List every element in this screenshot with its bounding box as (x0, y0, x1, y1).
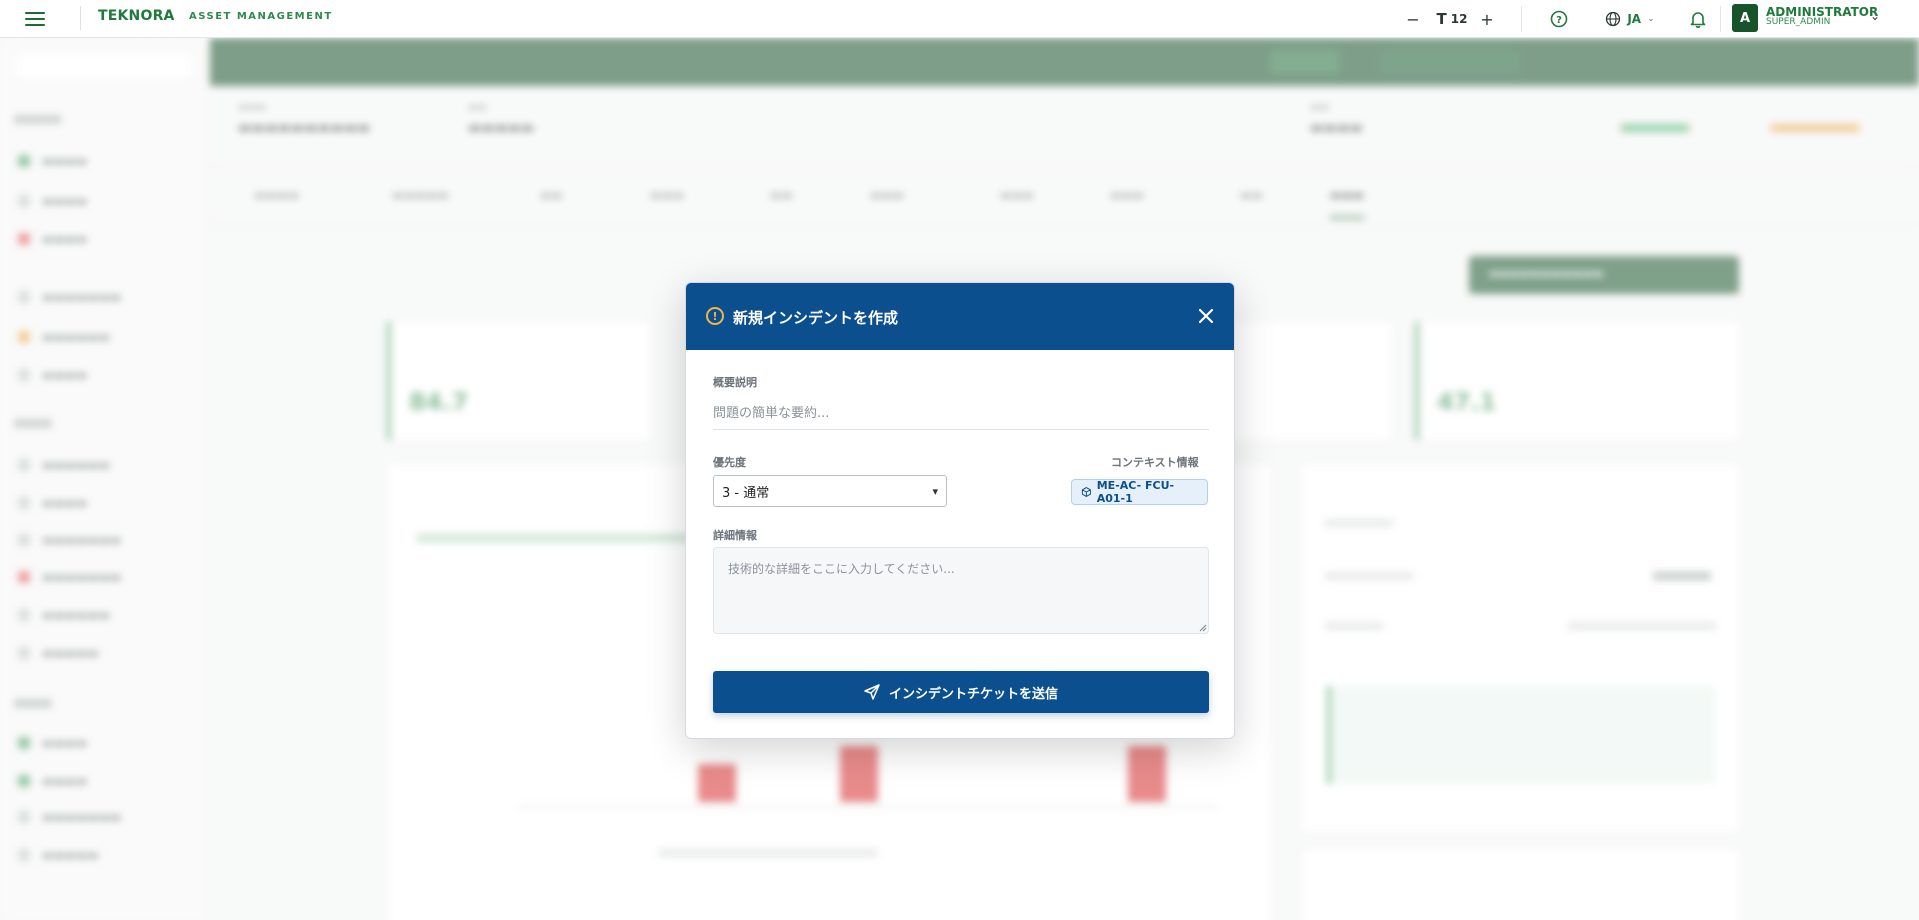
avatar[interactable]: A (1732, 4, 1758, 32)
create-incident-modal: ! 新規インシデントを作成 概要説明 優先度 3 - 通常 ▾ コンテキスト情報… (685, 282, 1235, 739)
chevron-down-icon: ▾ (932, 484, 938, 498)
brand-logo[interactable]: TEKNORA (98, 8, 175, 24)
priority-select[interactable]: 3 - 通常 ▾ (713, 475, 947, 507)
alert-circle-icon: ! (706, 307, 724, 325)
divider (1521, 6, 1522, 32)
close-icon (1198, 308, 1214, 324)
user-role: SUPER_ADMIN (1766, 17, 1831, 27)
send-icon (864, 684, 880, 700)
summary-input[interactable] (713, 398, 1209, 430)
context-value: ME-AC- FCU-A01-1 (1096, 479, 1175, 505)
cube-icon (1081, 487, 1091, 497)
globe-icon (1606, 11, 1621, 27)
context-label: コンテキスト情報 (1111, 456, 1199, 469)
priority-label: 優先度 (713, 456, 746, 469)
svg-text:?: ? (1556, 15, 1562, 26)
priority-value: 3 - 通常 (722, 485, 770, 501)
chevron-down-icon[interactable]: ⌄ (1870, 9, 1880, 23)
language-code: JA (1627, 12, 1642, 26)
brand-subtitle: ASSET MANAGEMENT (189, 11, 333, 22)
increase-font-button[interactable]: + (1476, 6, 1498, 32)
resize-grip-icon[interactable] (1198, 623, 1207, 632)
decrease-font-button[interactable]: − (1402, 6, 1424, 32)
text-size-icon: T (1436, 10, 1447, 28)
font-size-indicator: T 12 (1432, 6, 1472, 32)
plus-icon: + (1480, 9, 1494, 29)
chevron-down-icon: ⌄ (1647, 14, 1655, 24)
help-button[interactable]: ? (1547, 6, 1571, 32)
help-icon: ? (1550, 10, 1568, 28)
menu-icon[interactable] (22, 9, 48, 29)
divider (1720, 6, 1721, 32)
details-label: 詳細情報 (713, 529, 757, 542)
brand-divider (80, 6, 81, 30)
close-button[interactable] (1191, 301, 1221, 331)
bell-icon (1690, 12, 1706, 28)
summary-label: 概要説明 (713, 376, 757, 389)
context-badge: ME-AC- FCU-A01-1 (1071, 479, 1208, 505)
modal-header: ! 新規インシデントを作成 (686, 283, 1234, 350)
top-bar: TEKNORA ASSET MANAGEMENT − T 12 + ? JA ⌄… (0, 0, 1919, 38)
language-selector[interactable]: JA ⌄ (1600, 6, 1660, 32)
submit-label: インシデントチケットを送信 (888, 686, 1058, 702)
details-textarea[interactable] (713, 547, 1209, 634)
font-size-value: 12 (1450, 12, 1468, 26)
minus-icon: − (1406, 9, 1420, 29)
notifications-button[interactable] (1686, 6, 1710, 32)
submit-ticket-button[interactable]: インシデントチケットを送信 (713, 671, 1209, 713)
modal-title: 新規インシデントを作成 (733, 309, 899, 327)
